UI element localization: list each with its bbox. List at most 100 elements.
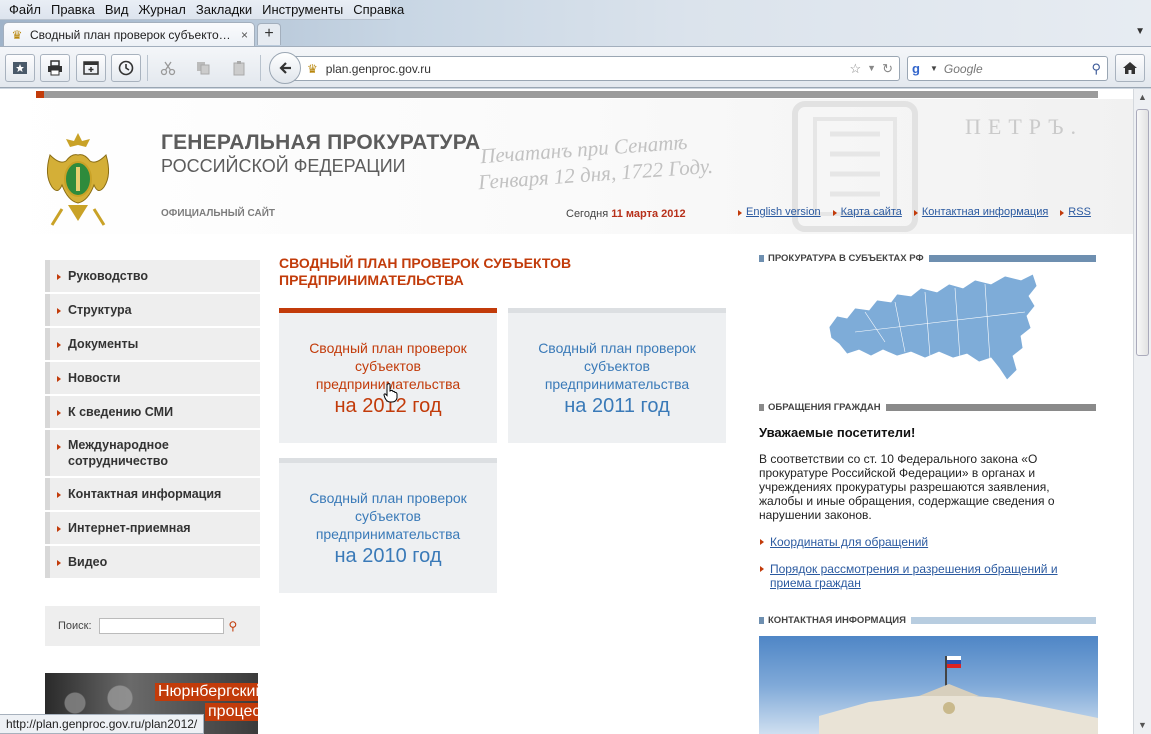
plan-2010-card[interactable]: Сводный план проверок субъектов предприн… xyxy=(279,458,497,593)
navigation-toolbar: ♛ plan.genproc.gov.ru ☆ ▼ ↻ g ▼ Google ⚲ xyxy=(0,46,1151,88)
back-button[interactable] xyxy=(269,52,301,84)
copy-button[interactable] xyxy=(188,54,218,82)
paste-button[interactable] xyxy=(224,54,254,82)
history-button[interactable] xyxy=(111,54,141,82)
building-photo xyxy=(759,636,1098,734)
contact-info-link[interactable]: Контактная информация xyxy=(913,206,1048,218)
card-text[interactable]: Сводный план проверок субъектов предприн… xyxy=(528,339,706,393)
organization-subtitle: РОССИЙСКОЙ ФЕДЕРАЦИИ xyxy=(161,156,406,176)
toolbar-separator xyxy=(260,55,261,81)
sidebar-item-structure[interactable]: Структура xyxy=(45,294,260,328)
greeting-heading: Уважаемые посетители! xyxy=(759,425,916,440)
sitemap-link[interactable]: Карта сайта xyxy=(832,206,902,218)
search-icon[interactable]: ⚲ xyxy=(1091,61,1101,77)
reload-icon[interactable]: ↻ xyxy=(882,61,893,77)
copy-icon xyxy=(197,62,210,75)
plan-2012-card[interactable]: Сводный план проверок субъектов предприн… xyxy=(279,308,497,443)
clock-icon xyxy=(118,60,134,76)
sidebar-item-documents[interactable]: Документы xyxy=(45,328,260,362)
menu-view[interactable]: Вид xyxy=(100,2,134,17)
browser-tab-active[interactable]: ♛ Сводный план проверок субъектов пр... … xyxy=(3,22,255,46)
scroll-down-icon[interactable]: ▼ xyxy=(1134,717,1151,734)
menu-history[interactable]: Журнал xyxy=(133,2,190,17)
banner-text-line1: Нюрнбергский xyxy=(155,683,258,701)
rss-link[interactable]: RSS xyxy=(1060,206,1091,218)
sidebar-item-reception[interactable]: Интернет-приемная xyxy=(45,512,260,546)
sidebar-item-contacts[interactable]: Контактная информация xyxy=(45,478,260,512)
plan-2011-card[interactable]: Сводный план проверок субъектов предприн… xyxy=(508,308,726,443)
page-title: СВОДНЫЙ ПЛАН ПРОВЕРОК СУБЪЕКТОВ ПРЕДПРИН… xyxy=(279,255,572,288)
menu-bar: Файл Правка Вид Журнал Закладки Инструме… xyxy=(0,0,404,20)
tab-strip: ♛ Сводный план проверок субъектов пр... … xyxy=(0,20,1151,46)
banner-text-line2: процесс xyxy=(205,703,258,721)
menu-tools[interactable]: Инструменты xyxy=(257,2,348,17)
menu-edit[interactable]: Правка xyxy=(46,2,100,17)
header-links: English version Карта сайта Контактная и… xyxy=(738,206,1091,218)
engine-dropdown-icon[interactable]: ▼ xyxy=(930,64,938,73)
url-text[interactable]: plan.genproc.gov.ru xyxy=(326,62,850,76)
hand-cursor-icon xyxy=(383,383,398,403)
web-search-box[interactable]: g ▼ Google ⚲ xyxy=(907,56,1108,81)
home-button[interactable] xyxy=(1115,54,1145,82)
appeal-coordinates-link[interactable]: Координаты для обращений xyxy=(760,535,1080,549)
search-label: Поиск: xyxy=(58,620,92,632)
scroll-up-icon[interactable]: ▲ xyxy=(1134,89,1151,106)
emblem-double-eagle-icon[interactable] xyxy=(42,125,114,231)
home-icon xyxy=(1123,62,1137,74)
back-arrow-icon xyxy=(279,62,291,74)
menu-file[interactable]: Файл xyxy=(4,2,46,17)
english-version-link[interactable]: English version xyxy=(738,206,821,218)
organization-title: ГЕНЕРАЛЬНАЯ ПРОКУРАТУРА xyxy=(161,131,481,154)
sidebar-item-media[interactable]: К сведению СМИ xyxy=(45,396,260,430)
decree-signature: ПЕТРЪ. xyxy=(965,114,1084,139)
card-year[interactable]: на 2011 год xyxy=(564,395,670,418)
header-top-line xyxy=(36,91,1098,98)
card-year[interactable]: на 2010 год xyxy=(335,545,442,568)
card-text[interactable]: Сводный план проверок субъектов предприн… xyxy=(299,489,477,543)
bookmark-star-icon[interactable]: ☆ xyxy=(850,61,862,77)
new-window-button[interactable] xyxy=(76,54,106,82)
site-search-input[interactable] xyxy=(98,618,224,634)
appeals-description: В соответствии со ст. 10 Федерального за… xyxy=(759,452,1055,522)
search-placeholder[interactable]: Google xyxy=(944,62,1092,76)
sidebar-nav: Руководство Структура Документы Новости … xyxy=(45,260,260,580)
new-tab-button[interactable]: + xyxy=(257,23,281,45)
google-engine-icon[interactable]: g xyxy=(912,61,930,76)
vertical-scrollbar[interactable]: ▲ ▼ xyxy=(1133,89,1151,734)
site-search: Поиск: ⚲ xyxy=(45,606,260,646)
scrollbar-thumb[interactable] xyxy=(1136,109,1149,356)
menu-help[interactable]: Справка xyxy=(348,2,409,17)
russia-map-icon[interactable] xyxy=(825,272,1040,387)
printer-icon xyxy=(48,60,62,76)
appeals-heading: ОБРАЩЕНИЯ ГРАЖДАН xyxy=(759,402,1096,413)
bookmarks-button[interactable] xyxy=(5,54,35,82)
scissors-icon xyxy=(160,61,176,76)
official-site-label: ОФИЦИАЛЬНЫЙ САЙТ xyxy=(161,208,276,219)
regions-heading: ПРОКУРАТУРА В СУБЪЕКТАХ РФ xyxy=(759,253,1096,264)
print-button[interactable] xyxy=(40,54,70,82)
building-flag-icon xyxy=(819,656,1098,734)
site-favicon-icon: ♛ xyxy=(11,27,23,42)
bookmarks-icon xyxy=(13,62,27,74)
address-bar[interactable]: ♛ plan.genproc.gov.ru ☆ ▼ ↻ xyxy=(288,56,900,81)
tab-title: Сводный план проверок субъектов пр... xyxy=(30,27,235,42)
new-window-icon xyxy=(83,61,99,75)
clipboard-icon xyxy=(233,61,245,76)
current-date: Сегодня 11 марта 2012 xyxy=(566,208,686,220)
page-viewport: Печатанъ при Сенатѣ Генваря 12 дня, 1722… xyxy=(0,89,1133,734)
search-icon[interactable]: ⚲ xyxy=(229,619,238,633)
appeal-procedure-link[interactable]: Порядок рассмотрения и разрешения обраще… xyxy=(760,562,1080,590)
menu-bookmarks[interactable]: Закладки xyxy=(191,2,257,17)
tab-list-chevron-icon[interactable]: ▼ xyxy=(1135,26,1145,37)
toolbar-separator xyxy=(147,55,148,81)
tab-close-icon[interactable]: × xyxy=(241,28,248,42)
contacts-heading: КОНТАКТНАЯ ИНФОРМАЦИЯ xyxy=(759,615,1096,626)
sidebar-item-international[interactable]: Международное сотрудничество xyxy=(45,430,260,478)
site-identity-icon[interactable]: ♛ xyxy=(307,62,318,76)
cut-button[interactable] xyxy=(153,54,183,82)
sidebar-item-news[interactable]: Новости xyxy=(45,362,260,396)
sidebar-item-video[interactable]: Видео xyxy=(45,546,260,580)
url-dropdown-icon[interactable]: ▼ xyxy=(867,61,876,77)
status-bar-url: http://plan.genproc.gov.ru/plan2012/ xyxy=(0,714,205,734)
sidebar-item-leadership[interactable]: Руководство xyxy=(45,260,260,294)
